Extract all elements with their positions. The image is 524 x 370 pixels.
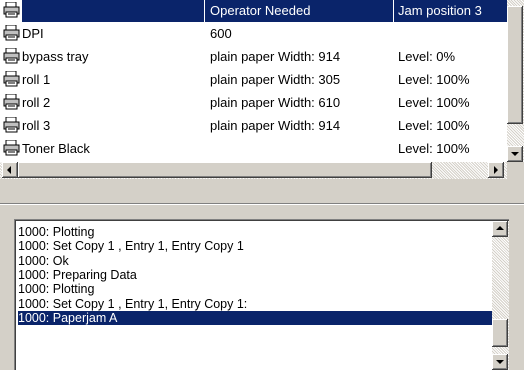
printer-icon — [3, 24, 21, 41]
cell-name: roll 1 — [3, 68, 200, 91]
arrow-down-icon — [496, 360, 504, 364]
printer-icon — [3, 116, 21, 133]
log-scroll-thumb[interactable] — [492, 319, 508, 347]
column-divider — [393, 0, 394, 22]
row-name-label: Toner Black — [22, 141, 90, 156]
cell-status — [398, 22, 507, 45]
log-entry[interactable]: 1000: Set Copy 1 , Entry 1, Entry Copy 1… — [18, 297, 505, 311]
printer-status-table: Operator Needed Jam position 3 DPI 600 bypas… — [0, 0, 524, 198]
cell-status: Level: 0% — [398, 49, 456, 64]
log-list: 1000: Plotting 1000: Set Copy 1 , Entry 1… — [14, 219, 509, 370]
cell-name: roll 2 — [3, 91, 200, 114]
log-entry[interactable]: 1000: Plotting — [18, 282, 505, 296]
cell-name: roll 3 — [3, 114, 200, 137]
log-vertical-scrollbar[interactable] — [492, 221, 509, 370]
table-bottom-gap — [0, 179, 524, 198]
arrow-down-icon — [511, 152, 519, 156]
table-row[interactable]: Toner Black Level: 100% — [0, 137, 507, 160]
log-entry[interactable]: 1000: Paperjam A — [18, 310, 505, 325]
table-row[interactable]: roll 1 plain paper Width: 305 Level: 100% — [0, 68, 507, 91]
table-row[interactable]: Operator Needed Jam position 3 — [0, 0, 507, 22]
printer-icon — [3, 1, 21, 18]
cell-name: Toner Black — [3, 137, 200, 160]
log-entry[interactable]: 1000: Preparing Data — [18, 268, 505, 282]
arrow-left-icon — [7, 166, 11, 174]
printer-icon — [3, 139, 21, 156]
table-row[interactable]: DPI 600 — [0, 22, 507, 45]
cell-status: Level: 100% — [398, 72, 470, 87]
cell-value: plain paper Width: 914 — [210, 118, 341, 133]
table-hscroll-thumb[interactable] — [18, 162, 432, 178]
row-name-label: roll 1 — [22, 72, 51, 87]
scroll-left-button[interactable] — [2, 162, 18, 178]
printer-icon — [3, 70, 21, 87]
cell-name: DPI — [3, 22, 200, 45]
printer-icon — [3, 93, 21, 110]
row-name-label: bypass tray — [22, 49, 89, 64]
cell-name — [3, 0, 200, 22]
log-scroll-down-button[interactable] — [492, 354, 508, 370]
pane-splitter[interactable] — [0, 200, 524, 210]
cell-value — [210, 137, 388, 160]
column-divider — [204, 0, 205, 22]
table-row[interactable]: bypass tray plain paper Width: 914 Level: … — [0, 45, 507, 68]
arrow-right-icon — [494, 166, 498, 174]
table-row[interactable]: roll 3 plain paper Width: 914 Level: 100% — [0, 114, 507, 137]
cell-value: plain paper Width: 305 — [210, 72, 341, 87]
cell-status: Level: 100% — [398, 95, 470, 110]
row-name-label: roll 2 — [22, 95, 51, 110]
log-scroll-up-button[interactable] — [492, 221, 508, 237]
table-row[interactable]: roll 2 plain paper Width: 610 Level: 100% — [0, 91, 507, 114]
scroll-corner — [507, 162, 524, 179]
cell-status: Level: 100% — [398, 141, 470, 156]
cell-value: plain paper Width: 610 — [210, 95, 341, 110]
cell-value: Operator Needed — [210, 3, 311, 18]
table-horizontal-scrollbar[interactable] — [0, 162, 507, 179]
log-entry[interactable]: 1000: Set Copy 1 , Entry 1, Entry Copy 1 — [18, 239, 505, 253]
log-entry[interactable]: 1000: Ok — [18, 254, 505, 268]
table-scroll-thumb[interactable] — [507, 6, 523, 124]
cell-name: bypass tray — [3, 45, 200, 68]
table-vertical-scrollbar[interactable] — [507, 0, 524, 162]
row-name-label: DPI — [22, 26, 44, 41]
printer-icon — [3, 47, 21, 64]
cell-value: plain paper Width: 914 — [210, 49, 341, 64]
cell-status: Jam position 3 — [398, 3, 482, 18]
row-name-label: roll 3 — [22, 118, 51, 133]
scroll-right-button[interactable] — [488, 162, 504, 178]
log-entry[interactable]: 1000: Plotting — [18, 225, 505, 239]
scroll-down-button[interactable] — [507, 146, 523, 162]
arrow-up-icon — [496, 226, 504, 230]
cell-status: Level: 100% — [398, 118, 470, 133]
splitter-highlight — [0, 204, 524, 205]
cell-value: 600 — [210, 26, 232, 41]
